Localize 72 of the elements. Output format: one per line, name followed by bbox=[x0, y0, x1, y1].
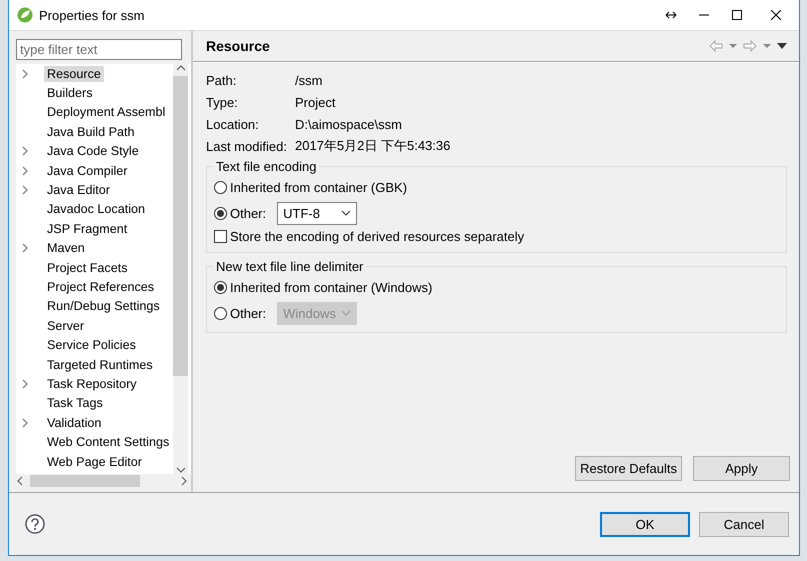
tree-item[interactable]: Server bbox=[44, 318, 88, 334]
back-arrow-icon[interactable] bbox=[709, 40, 723, 52]
chevron-right-icon[interactable] bbox=[20, 146, 30, 156]
tree-item[interactable]: Task Repository bbox=[44, 376, 140, 392]
tree-item[interactable]: Project Facets bbox=[44, 260, 130, 276]
chevron-right-icon[interactable] bbox=[20, 166, 30, 176]
filter-field[interactable]: type filter text bbox=[16, 39, 182, 60]
cancel-button[interactable]: Cancel bbox=[699, 512, 789, 536]
tree-item[interactable]: Builders bbox=[44, 85, 96, 102]
radio-selected-icon[interactable] bbox=[214, 206, 227, 220]
chevron-right-icon[interactable] bbox=[20, 185, 30, 196]
tree-item[interactable]: Task Tags bbox=[44, 395, 106, 412]
chevron-right-icon[interactable] bbox=[20, 243, 30, 254]
property-value: D:\aimospace\ssm bbox=[295, 116, 402, 132]
tree-item[interactable]: Project References bbox=[44, 278, 158, 295]
view-menu-icon[interactable] bbox=[777, 43, 787, 49]
tree-item[interactable]: Java Compiler bbox=[44, 162, 130, 179]
property-value: /ssm bbox=[295, 72, 322, 88]
restore-defaults-button[interactable]: Restore Defaults bbox=[575, 456, 682, 481]
chevron-right-icon[interactable] bbox=[20, 418, 30, 428]
tree-item[interactable]: Java Build Path bbox=[44, 124, 138, 140]
tree-item[interactable]: Javadoc Location bbox=[44, 201, 148, 218]
tree-item[interactable]: Run/Debug Settings bbox=[44, 298, 163, 314]
tree-item[interactable]: Service Policies bbox=[44, 337, 139, 354]
dropdown-caret-icon[interactable] bbox=[729, 44, 737, 48]
radio-icon[interactable] bbox=[214, 180, 227, 194]
tree-item[interactable]: Maven bbox=[44, 240, 88, 256]
scroll-up-icon bbox=[176, 64, 186, 72]
tree-item[interactable]: Web Content Settings bbox=[44, 434, 172, 450]
radio-label[interactable]: Inherited from container (GBK) bbox=[230, 180, 408, 194]
resize-arrows-icon[interactable] bbox=[664, 10, 676, 20]
radio-label[interactable]: Other: bbox=[230, 206, 266, 220]
tree-item[interactable]: Deployment Assembl bbox=[44, 104, 168, 120]
forward-arrow-icon[interactable] bbox=[743, 40, 757, 52]
tree-item[interactable]: JSP Fragment bbox=[44, 220, 130, 237]
property-value: Project bbox=[295, 94, 336, 110]
property-label: Path: bbox=[206, 72, 238, 88]
tree-item[interactable]: Validation bbox=[44, 414, 104, 431]
group-title: New text file line delimiter bbox=[215, 259, 364, 274]
scroll-right-icon bbox=[180, 476, 188, 486]
dropdown-caret-icon bbox=[341, 210, 352, 216]
page-title: Resource bbox=[206, 38, 271, 54]
chevron-right-icon[interactable] bbox=[20, 378, 30, 389]
property-value: 2017年5月2日 下午5:43:36 bbox=[295, 137, 450, 155]
tree-item[interactable]: Targeted Runtimes bbox=[44, 356, 156, 373]
group-title: Text file encoding bbox=[215, 159, 318, 174]
scrollbar-thumb[interactable] bbox=[30, 475, 140, 487]
app-logo-icon bbox=[17, 7, 33, 23]
scrollbar-thumb[interactable] bbox=[173, 76, 188, 376]
ok-button[interactable]: OK bbox=[600, 512, 690, 536]
scroll-left-icon bbox=[16, 476, 24, 486]
help-icon[interactable] bbox=[25, 514, 45, 534]
tree-item[interactable]: Java Editor bbox=[44, 182, 113, 198]
checkbox-icon[interactable] bbox=[214, 230, 227, 242]
dropdown-caret-icon bbox=[341, 310, 352, 316]
checkbox-label[interactable]: Store the encoding of derived resources separately bbox=[230, 228, 524, 244]
window-title: Properties for ssm bbox=[39, 8, 144, 22]
encoding-dropdown[interactable]: UTF-8 bbox=[277, 202, 358, 224]
property-label: Location: bbox=[206, 116, 260, 132]
tree-item[interactable]: Web Page Editor bbox=[44, 454, 145, 470]
radio-label[interactable]: Inherited from container (Windows) bbox=[230, 280, 432, 294]
property-label: Type: bbox=[206, 94, 239, 110]
property-label: Last modified: bbox=[206, 138, 288, 154]
chevron-right-icon[interactable] bbox=[20, 68, 30, 79]
radio-selected-icon[interactable] bbox=[214, 280, 227, 294]
scroll-down-icon bbox=[176, 466, 186, 474]
tree-item[interactable]: Java Code Style bbox=[44, 143, 142, 160]
tree-item[interactable]: Resource bbox=[44, 66, 104, 82]
maximize-icon[interactable] bbox=[732, 10, 742, 20]
apply-button[interactable]: Apply bbox=[693, 456, 790, 481]
close-icon[interactable] bbox=[771, 10, 781, 20]
dropdown-caret-icon[interactable] bbox=[763, 44, 771, 48]
